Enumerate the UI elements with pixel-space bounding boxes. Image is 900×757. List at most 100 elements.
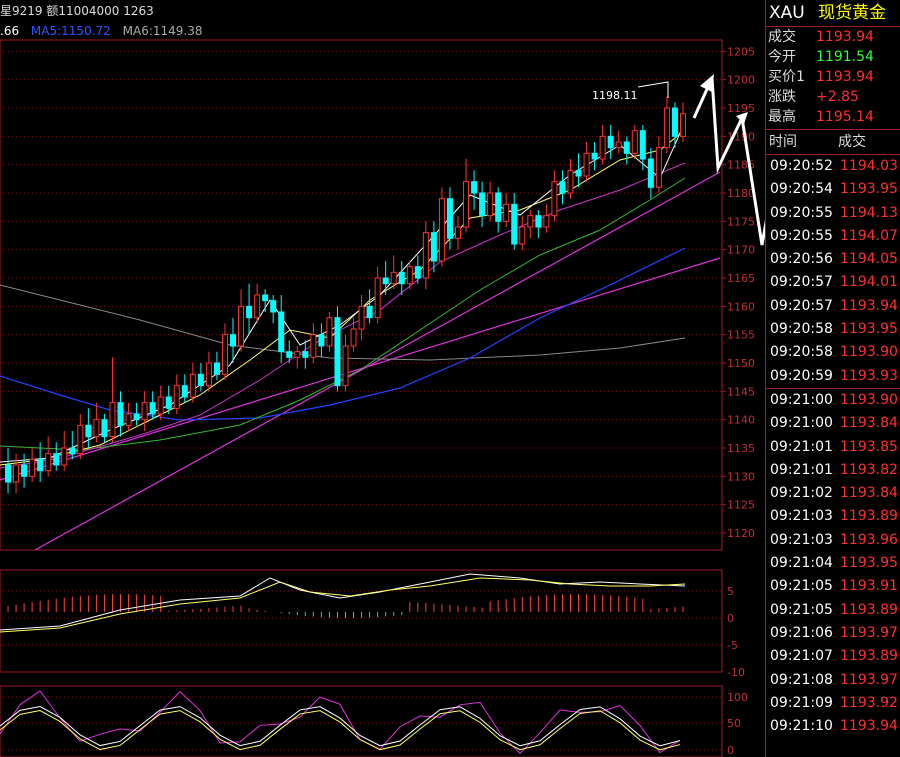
candle-body: [213, 362, 220, 375]
candle-body: [631, 130, 638, 154]
candle-body: [583, 152, 590, 177]
candle-body: [663, 107, 670, 149]
instrument-name: 现货黄金: [818, 3, 887, 23]
candle-body: [679, 113, 686, 137]
candle-body: [623, 141, 630, 154]
tick-price: 1193.84: [840, 485, 898, 502]
candle: [583, 142, 590, 182]
tick-row: 09:21:05 1193.89: [766, 599, 900, 622]
candle-body: [446, 198, 453, 239]
tick-time: 09:21:04: [770, 555, 833, 572]
ticks-list[interactable]: 09:20:52 1194.03 09:20:54 1193.95 09:20:55 11…: [766, 155, 900, 738]
candle: [197, 363, 204, 392]
candle: [599, 125, 606, 165]
candle: [21, 453, 28, 488]
candle-body: [189, 373, 196, 398]
candle-body: [101, 419, 108, 438]
candlestick-chart[interactable]: 1198.11 12051200119511901185118011751170…: [0, 0, 765, 757]
price-tick-label: 1160: [727, 300, 755, 313]
candle: [430, 221, 437, 273]
quote-label: 成交: [768, 29, 796, 45]
candle: [246, 283, 253, 335]
tick-row: 09:21:03 1193.89: [766, 505, 900, 528]
ma-legend-item-2: MA6:1149.38: [122, 24, 203, 38]
candle: [45, 436, 52, 477]
candle: [205, 351, 212, 392]
tick-time: 09:21:10: [770, 718, 833, 735]
tick-price: 1193.92: [840, 694, 898, 711]
candle: [422, 221, 429, 290]
candle-body: [85, 424, 92, 438]
tick-time: 09:20:58: [770, 321, 833, 338]
candle: [559, 170, 566, 205]
candle: [318, 323, 325, 358]
candle: [213, 351, 220, 380]
candle-body: [157, 396, 164, 415]
candle: [326, 312, 333, 352]
macd-tick-label: -5: [727, 639, 738, 652]
candle-body: [254, 294, 261, 319]
quote-label: 买价1: [768, 69, 805, 85]
candle: [623, 136, 630, 165]
tick-time: 09:21:03: [770, 508, 833, 525]
candle: [519, 215, 526, 250]
tick-row: 09:21:00 1193.90: [766, 389, 900, 412]
tick-time: 09:21:05: [770, 601, 833, 618]
tick-price: 1193.95: [840, 321, 898, 338]
tick-row: 09:21:04 1193.95: [766, 552, 900, 575]
candle: [93, 402, 100, 443]
quote-value: 1195.14: [816, 109, 874, 125]
candle-body: [438, 198, 445, 262]
ticks-col-time: 时间: [769, 134, 797, 150]
price-tick-label: 1120: [727, 527, 755, 540]
candle: [125, 402, 132, 431]
tick-price: 1193.82: [840, 461, 898, 478]
macd-tick-label: -10: [727, 666, 745, 679]
candle: [157, 385, 164, 420]
candle: [527, 210, 534, 239]
candle-body: [350, 328, 357, 347]
tick-price: 1194.03: [840, 158, 898, 174]
candle: [77, 414, 84, 460]
tick-row: 09:20:58 1193.90: [766, 341, 900, 364]
candle: [607, 125, 614, 159]
quote-row: 涨跌 +2.85: [766, 87, 900, 107]
tick-row: 09:21:08 1193.97: [766, 669, 900, 692]
candle-body: [149, 402, 156, 415]
candle-body: [655, 147, 662, 188]
tick-row: 09:20:56 1194.05: [766, 248, 900, 271]
tick-row: 09:21:05 1193.91: [766, 575, 900, 598]
tick-time: 09:21:00: [770, 391, 833, 408]
tick-row: 09:21:01 1193.85: [766, 436, 900, 459]
tick-time: 09:20:55: [770, 227, 833, 244]
candle-body: [69, 447, 76, 455]
quote-row: 最高 1195.14: [766, 107, 900, 127]
trendline-support: [34, 171, 721, 551]
candle-body: [141, 402, 148, 421]
candle-body: [454, 226, 461, 239]
candle: [5, 448, 12, 494]
candle: [438, 187, 445, 267]
tick-price: 1194.01: [840, 274, 898, 291]
candle-body: [133, 413, 140, 421]
candle-body: [109, 402, 116, 438]
candle: [13, 453, 20, 494]
candle: [647, 147, 654, 199]
tick-price: 1193.95: [840, 555, 898, 572]
candle: [535, 210, 542, 239]
tick-row: 09:21:01 1193.82: [766, 459, 900, 482]
candle-body: [246, 305, 253, 319]
candle: [334, 306, 341, 392]
tick-row: 09:20:57 1194.01: [766, 271, 900, 294]
macd-tick-label: 0: [727, 612, 734, 625]
tick-time: 09:21:02: [770, 485, 833, 502]
tick-price: 1193.94: [840, 718, 898, 735]
candle-body: [93, 419, 100, 438]
tick-row: 09:21:09 1193.92: [766, 692, 900, 715]
candle-body: [238, 305, 245, 347]
candle: [61, 431, 68, 471]
candle: [479, 181, 486, 227]
candle-body: [639, 130, 646, 160]
candle-body: [422, 232, 429, 279]
candle-body: [567, 169, 574, 194]
